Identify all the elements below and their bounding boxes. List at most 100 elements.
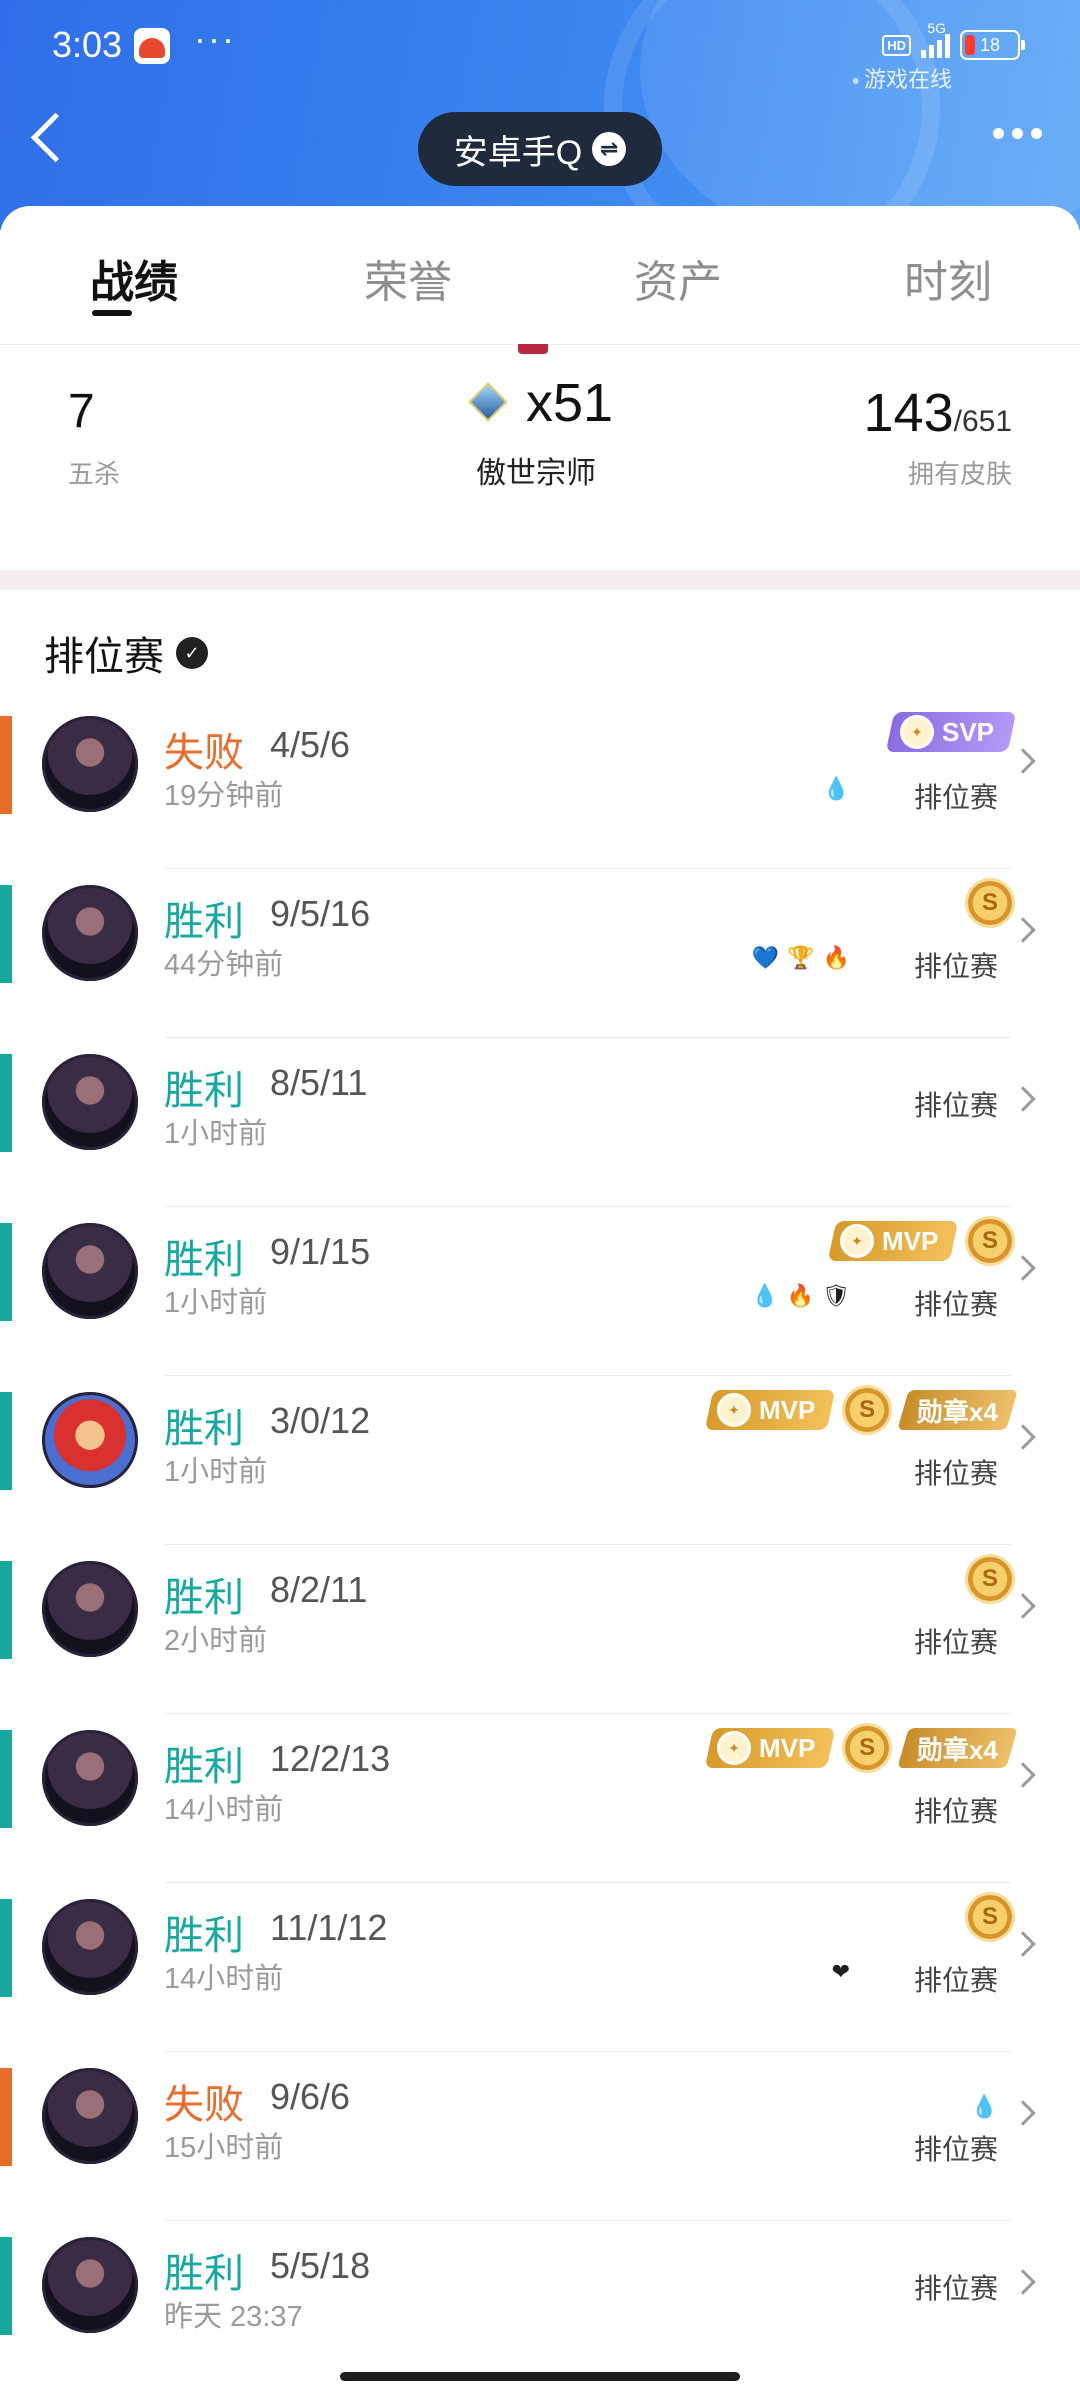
match-list: 失败 4/5/6 19分钟前 ✦ SVP 💧 排位赛 胜利 9/5/16 44分钟…	[0, 700, 1080, 2390]
skin-owned: 143	[863, 383, 954, 443]
online-status: 游戏在线	[852, 62, 952, 94]
tab-moments[interactable]: 时刻	[904, 246, 992, 310]
tab-assets[interactable]: 资产	[634, 246, 722, 310]
match-result: 胜利	[164, 1238, 244, 1282]
match-row[interactable]: 失败 4/5/6 19分钟前 ✦ SVP 💧 排位赛	[0, 700, 1080, 869]
chevron-right-icon	[1010, 2269, 1036, 2295]
hd-icon: HD	[882, 34, 911, 56]
medal-label: 勋章x4	[917, 1734, 998, 1765]
match-time: 1小时前	[164, 1287, 268, 1319]
match-row[interactable]: 胜利 3/0/12 1小时前 ✦ MVP S 勋章x4 排位赛	[0, 1376, 1080, 1545]
achievement-icon: 💧	[822, 776, 850, 801]
match-mode: 排位赛	[913, 1458, 998, 1489]
chevron-right-icon	[1010, 1255, 1036, 1281]
match-kda: 11/1/12	[270, 1907, 388, 1948]
match-badges: ✦ SVP	[885, 712, 1017, 752]
mode-filter[interactable]: 排位赛 ✓	[44, 624, 208, 682]
match-badges: ✦ MVP S 勋章x4	[704, 1388, 1018, 1432]
s-rating-icon: S	[968, 1895, 1012, 1939]
svp-badge: ✦ SVP	[885, 712, 1017, 752]
match-mode: 排位赛	[913, 1090, 998, 1121]
match-time: 2小时前	[164, 1625, 268, 1657]
hero-avatar	[42, 1392, 138, 1488]
tab-record[interactable]: 战绩	[90, 246, 178, 310]
s-rating-icon: S	[845, 1388, 890, 1432]
result-indicator	[0, 2068, 12, 2166]
mvp-emblem-icon: ✦	[716, 1731, 751, 1765]
achievement-icon: 🛡	[822, 1283, 850, 1308]
achievement-icons: 💙 🏆 🔥	[752, 945, 850, 971]
hero-avatar	[42, 1730, 138, 1826]
pentakill-count: 7	[68, 385, 95, 438]
achievement-icon: 💧	[970, 2094, 998, 2119]
match-time: 14小时前	[164, 1963, 284, 1995]
chevron-right-icon	[1010, 1424, 1036, 1450]
swap-icon: ⇌	[592, 132, 627, 166]
match-time: 44分钟前	[164, 949, 284, 981]
chevron-right-icon	[1010, 1931, 1036, 1957]
hero-avatar	[42, 1223, 138, 1319]
account-switch-button[interactable]: 安卓手Q ⇌	[418, 112, 662, 186]
match-kda: 8/2/11	[270, 1569, 368, 1610]
section-divider	[0, 570, 1080, 590]
back-icon[interactable]	[30, 112, 81, 163]
more-options-icon[interactable]	[993, 128, 1042, 139]
match-row[interactable]: 胜利 9/5/16 44分钟前 S 💙 🏆 🔥 排位赛	[0, 869, 1080, 1038]
match-time: 14小时前	[164, 1794, 284, 1826]
match-kda: 12/2/13	[270, 1738, 391, 1779]
status-right-group: HD 18	[882, 30, 1025, 60]
match-badges: S	[968, 881, 1012, 925]
achievement-icons: ❤	[832, 1959, 850, 1985]
chevron-right-icon	[1010, 2100, 1036, 2126]
match-row[interactable]: 胜利 11/1/12 14小时前 S ❤ 排位赛	[0, 1883, 1080, 2052]
chevron-right-icon	[1010, 1762, 1036, 1788]
medal-label: 勋章x4	[917, 1396, 998, 1427]
match-row[interactable]: 胜利 9/1/15 1小时前 ✦ MVP S 💧 🔥 🛡 排位赛	[0, 1207, 1080, 1376]
match-mode: 排位赛	[913, 1289, 998, 1320]
skin-total: /651	[953, 405, 1012, 438]
match-row[interactable]: 胜利 8/5/11 1小时前 排位赛	[0, 1038, 1080, 1207]
result-indicator	[0, 2237, 12, 2335]
medal-badge: 勋章x4	[897, 1390, 1018, 1430]
match-result: 胜利	[164, 1914, 244, 1958]
match-result: 胜利	[164, 2252, 244, 2296]
chevron-right-icon	[1010, 748, 1036, 774]
match-mode: 排位赛	[913, 2134, 998, 2165]
match-badges: ✦ MVP S	[827, 1219, 1012, 1263]
match-time: 1小时前	[164, 1118, 268, 1150]
match-row[interactable]: 失败 9/6/6 15小时前 💧 排位赛	[0, 2052, 1080, 2221]
chevron-right-icon	[1010, 1593, 1036, 1619]
tab-bar: 战绩 荣誉 资产 时刻	[0, 206, 1080, 345]
match-result: 胜利	[164, 900, 244, 944]
mvp-label: MVP	[758, 1732, 816, 1763]
s-rating-icon: S	[968, 1557, 1012, 1601]
match-mode: 排位赛	[913, 1627, 998, 1658]
result-indicator	[0, 1054, 12, 1152]
status-time: 3:03	[52, 24, 123, 65]
battery-level: 18	[979, 34, 1001, 55]
match-kda: 5/5/18	[270, 2245, 371, 2286]
battery-icon: 18	[960, 30, 1025, 60]
s-rating-icon: S	[968, 1219, 1012, 1263]
mvp-emblem-icon: ✦	[839, 1224, 874, 1258]
match-row[interactable]: 胜利 5/5/18 昨天 23:37 排位赛	[0, 2221, 1080, 2390]
match-result: 失败	[164, 2083, 244, 2127]
skin-label: 拥有皮肤	[907, 459, 1012, 489]
rank-stars: x51	[526, 373, 614, 433]
rank-stat[interactable]: x51	[470, 372, 613, 434]
rank-label: 傲世宗师	[476, 457, 596, 490]
home-indicator[interactable]	[340, 2372, 740, 2381]
match-kda: 9/1/15	[270, 1231, 371, 1272]
rank-star-icon	[470, 384, 502, 422]
match-mode: 排位赛	[913, 951, 998, 982]
match-row[interactable]: 胜利 12/2/13 14小时前 ✦ MVP S 勋章x4 排位赛	[0, 1714, 1080, 1883]
match-row[interactable]: 胜利 8/2/11 2小时前 S 排位赛	[0, 1545, 1080, 1714]
mvp-badge: ✦ MVP	[704, 1728, 836, 1768]
mvp-label: MVP	[758, 1394, 816, 1425]
s-rating-icon: S	[845, 1726, 890, 1770]
s-rating-icon: S	[968, 881, 1012, 925]
hero-avatar	[42, 1054, 138, 1150]
mvp-emblem-icon: ✦	[716, 1393, 751, 1427]
tab-honor[interactable]: 荣誉	[364, 246, 452, 310]
network-type: 5G	[927, 20, 946, 36]
